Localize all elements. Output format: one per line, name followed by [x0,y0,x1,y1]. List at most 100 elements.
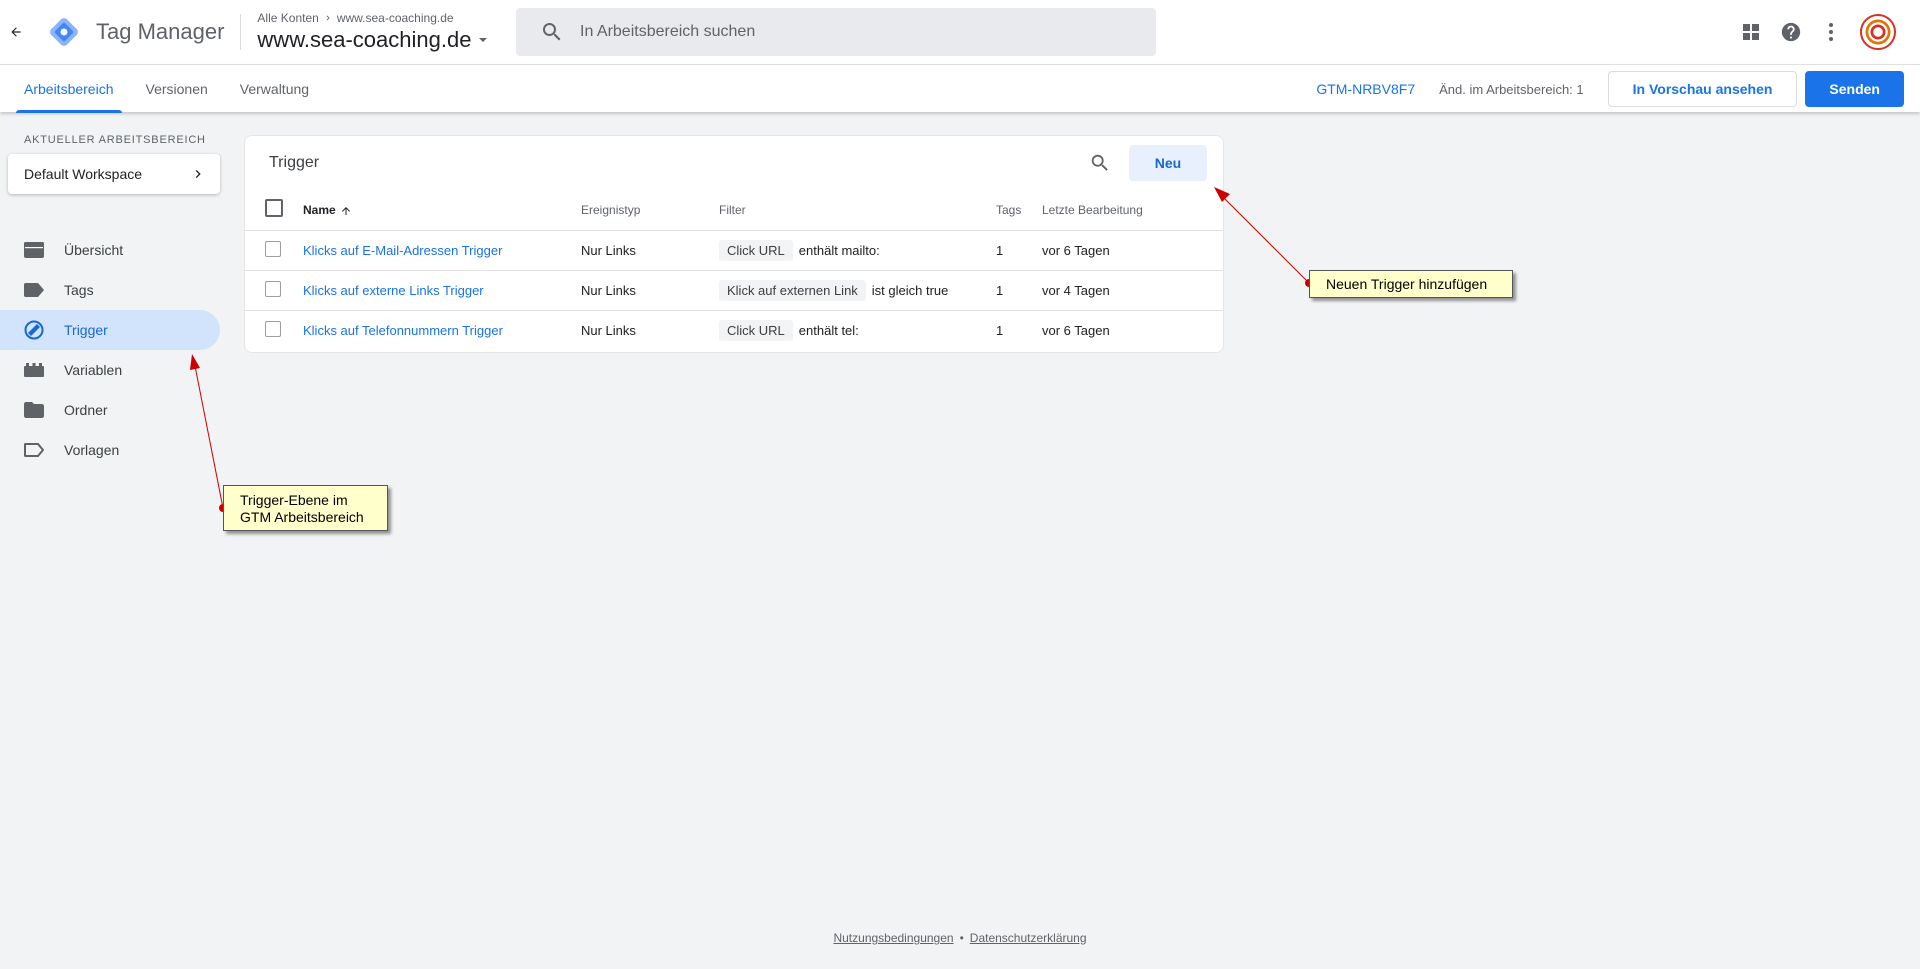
tag-count: 1 [996,322,1004,338]
table-header-row: Name Ereignistyp Filter Tags Letzte Bear… [245,190,1223,231]
terms-link[interactable]: Nutzungsbedingungen [833,931,953,945]
folder-icon [24,400,44,420]
help-button[interactable] [1776,12,1806,52]
trigger-list-card: Trigger Neu Name Ereignistyp Filter Tags… [244,135,1224,353]
avatar[interactable] [1860,14,1896,50]
sidebar: Aktueller Arbeitsbereich Default Workspa… [0,112,228,470]
submit-button[interactable]: Senden [1805,71,1904,107]
arrow-back-icon [11,27,21,37]
annotation-text: Neuen Trigger hinzufügen [1326,276,1488,292]
breadcrumb-root[interactable]: Alle Konten [257,11,318,25]
last-edit: vor 6 Tagen [1042,230,1223,271]
apps-grid-icon [1743,24,1759,40]
top-right-icons [1736,12,1896,52]
container-dropdown[interactable]: www.sea-coaching.de [257,27,489,53]
sidebar-item-label: Tags [64,282,94,298]
workspace-changes: Änd. im Arbeitsbereich: 1 [1439,81,1584,97]
apps-button[interactable] [1736,12,1766,52]
back-button[interactable] [0,0,32,64]
sidebar-item-folders[interactable]: Ordner [0,390,220,430]
tag-count: 1 [996,270,1042,311]
column-name[interactable]: Name [303,190,581,231]
column-tags[interactable]: Tags [996,190,1042,231]
search-icon[interactable] [1089,152,1111,174]
annotation-new-trigger: Neuen Trigger hinzufügen [1309,270,1513,298]
sidebar-item-variables[interactable]: Variablen [0,350,220,390]
last-edit: vor 6 Tagen [1042,322,1110,338]
sidebar-item-label: Übersicht [64,242,124,258]
row-select-cell [245,270,303,311]
event-type: Nur Links [581,322,636,338]
workspace-name: Default Workspace [24,166,143,182]
container-id[interactable]: GTM-NRBV8F7 [1316,81,1415,97]
sidebar-nav: Übersicht Tags Trigger Variablen Ordner [0,230,228,470]
sidebar-item-label: Vorlagen [64,442,120,458]
search-icon [543,23,561,41]
breadcrumb-account[interactable]: www.sea-coaching.de [337,11,454,25]
account-selector[interactable]: Alle Konten www.sea-coaching.de www.sea-… [257,11,489,53]
annotation-trigger-level: Trigger-Ebene im GTM Arbeitsbereich [223,485,388,531]
trigger-icon [24,320,44,340]
container-name: www.sea-coaching.de [257,27,472,52]
trigger-name-link[interactable]: Klicks auf Telefonnummern Trigger [303,323,503,338]
last-edit: vor 4 Tagen [1042,270,1223,311]
tab-actions: GTM-NRBV8F7 Änd. im Arbeitsbereich: 1 In… [1316,71,1904,107]
table-row: Klicks auf Telefonnummern Trigger Nur Li… [245,310,1223,350]
preview-button[interactable]: In Vorschau ansehen [1607,71,1798,107]
workspace-selector[interactable]: Default Workspace [8,154,220,194]
filter-condition: enthält mailto: [798,242,880,258]
trigger-name-link[interactable]: Klicks auf externe Links Trigger [303,283,484,298]
briefcase-icon [24,240,44,260]
row-checkbox[interactable] [265,280,281,297]
workspace-label: Aktueller Arbeitsbereich [24,134,206,146]
select-all-checkbox[interactable] [265,199,283,218]
sidebar-item-templates[interactable]: Vorlagen [0,430,220,470]
card-title: Trigger [269,154,320,171]
annotation-text-line2: GTM Arbeitsbereich [240,509,364,525]
row-checkbox[interactable] [265,240,281,257]
template-icon [24,440,44,460]
tab-versions[interactable]: Versionen [130,65,224,113]
sidebar-item-label: Variablen [64,362,123,378]
row-select-cell [245,310,303,350]
sidebar-item-trigger[interactable]: Trigger [0,310,220,350]
column-name-label: Name [303,202,336,217]
filter-cell: Click URL enthält mailto: [719,230,996,271]
trigger-name-link[interactable]: Klicks auf E-Mail-Adressen Trigger [303,243,502,258]
new-trigger-button[interactable]: Neu [1129,145,1207,181]
arrow-to-new-button [1214,187,1313,287]
chevron-right-icon [195,170,201,178]
filter-variable-chip: Click URL [719,319,793,341]
tab-admin[interactable]: Verwaltung [224,65,325,113]
breadcrumb: Alle Konten www.sea-coaching.de [257,11,489,25]
filter-variable-chip: Klick auf externen Link [719,279,866,301]
help-icon [1781,22,1801,42]
workspace-search[interactable] [516,8,1156,56]
dropdown-arrow-icon [479,38,488,42]
trigger-table: Name Ereignistyp Filter Tags Letzte Bear… [245,190,1223,350]
card-header: Trigger Neu [245,136,1223,190]
more-vert-icon [1829,23,1833,41]
column-last-edit[interactable]: Letzte Bearbeitung [1042,190,1223,231]
variables-icon [24,360,44,380]
tab-bar: Arbeitsbereich Versionen Verwaltung GTM-… [0,64,1920,113]
sort-arrow-up-icon [341,206,350,215]
app-name: Tag Manager [96,14,242,50]
filter-cell: Click URL enthält tel: [719,310,996,350]
tab-workspace[interactable]: Arbeitsbereich [8,65,130,113]
event-type: Nur Links [581,270,719,311]
annotation-text-line1: Trigger-Ebene im [240,492,348,508]
column-event-type[interactable]: Ereignistyp [581,190,719,231]
row-checkbox[interactable] [265,320,281,337]
chevron-right-icon [326,15,330,21]
gtm-logo-icon[interactable] [48,16,80,48]
event-type: Nur Links [581,230,719,271]
privacy-link[interactable]: Datenschutzerklärung [970,931,1087,945]
sidebar-item-overview[interactable]: Übersicht [0,230,220,270]
filter-condition: enthält tel: [798,322,859,338]
search-input[interactable] [580,23,1120,41]
top-bar: Tag Manager Alle Konten www.sea-coaching… [0,0,1920,64]
sidebar-item-tags[interactable]: Tags [0,270,220,310]
footer-separator: • [959,931,964,945]
more-button[interactable] [1816,12,1846,52]
